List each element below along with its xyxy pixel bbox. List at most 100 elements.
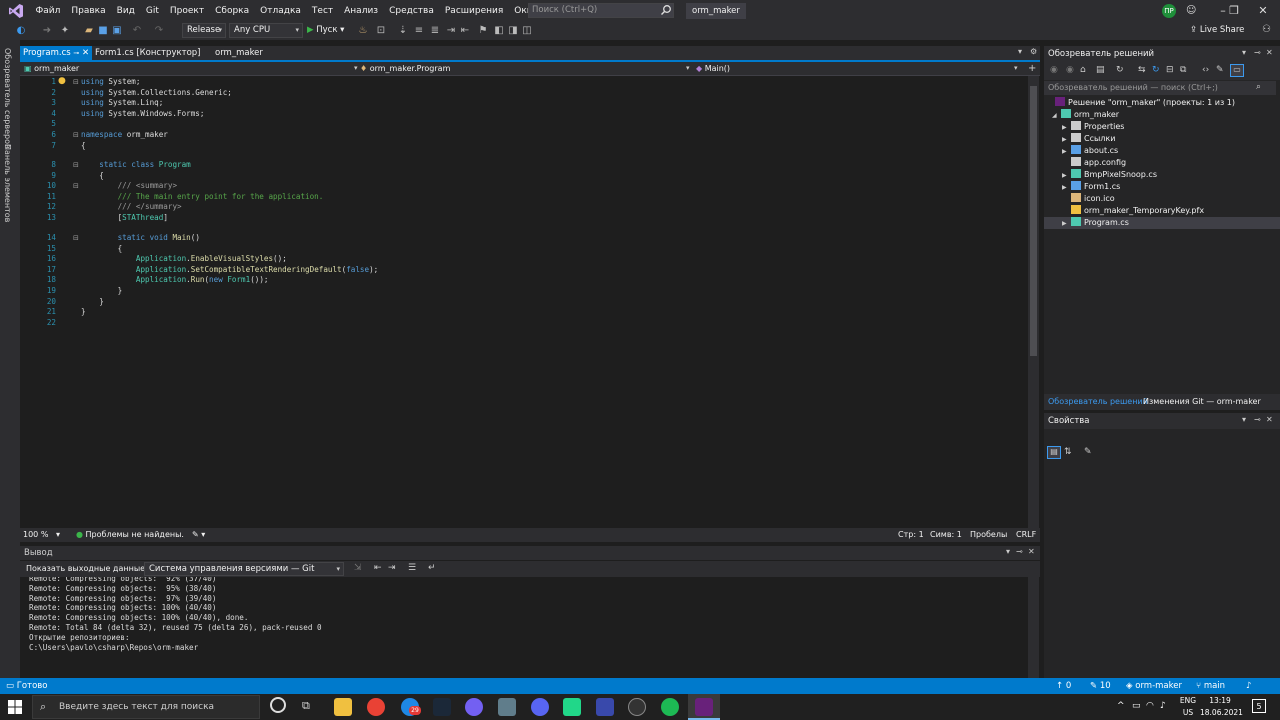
lightbulb-icon[interactable]: ●: [58, 76, 67, 86]
sol-show-all-icon[interactable]: ⧉: [1180, 65, 1186, 75]
fold-toggle-icon[interactable]: ⊟: [73, 234, 79, 243]
output-wrap-icon[interactable]: ↵: [428, 563, 436, 573]
code-text[interactable]: {: [81, 244, 123, 254]
fold-toggle-icon[interactable]: ⊟: [73, 131, 79, 140]
sol-back-icon[interactable]: ◉: [1050, 65, 1058, 75]
menu-item-1[interactable]: Правка: [66, 0, 111, 22]
menu-item-10[interactable]: Расширения: [439, 0, 508, 22]
step-icon[interactable]: ⇣: [396, 24, 410, 38]
solution-close-icon[interactable]: ✕: [1266, 48, 1273, 57]
tray-network-icon[interactable]: ▭: [1132, 701, 1141, 711]
save-all-icon[interactable]: ▣: [110, 24, 124, 38]
tree-item[interactable]: app.config: [1062, 157, 1126, 169]
save-icon[interactable]: ■: [96, 24, 110, 38]
code-line[interactable]: 2 using System.Collections.Generic;: [20, 88, 1020, 98]
uncomment-icon[interactable]: ≣: [428, 24, 442, 38]
zoom-select[interactable]: 100 % ▾: [23, 528, 60, 542]
settings-icon[interactable]: ⚙: [1030, 47, 1037, 56]
search-icon[interactable]: [660, 4, 672, 16]
code-line[interactable]: 1 using System;: [20, 77, 1020, 87]
tab-orm-maker[interactable]: orm_maker: [212, 46, 282, 60]
forward-nav-icon[interactable]: ➜: [40, 24, 54, 38]
output-clear-icon[interactable]: ☰: [408, 563, 416, 573]
code-text[interactable]: /// The main entry point for the applica…: [81, 192, 324, 202]
notifications-bell-icon[interactable]: ♪: [1246, 678, 1251, 694]
eol-indicator[interactable]: CRLF: [1016, 528, 1036, 542]
tree-item[interactable]: ▶ BmpPixelSnoop.cs: [1062, 169, 1157, 181]
tab-solution-explorer[interactable]: Обозреватель решений: [1048, 394, 1148, 410]
tab-form1-designer[interactable]: Form1.cs [Конструктор]: [92, 46, 204, 60]
fold-toggle-icon[interactable]: ⊟: [73, 78, 79, 87]
code-text[interactable]: using System.Linq;: [81, 98, 163, 108]
member-dropdown-arrow[interactable]: ▾: [1014, 62, 1018, 75]
task-view-icon[interactable]: ⧉: [302, 699, 310, 713]
tree-item[interactable]: icon.ico: [1062, 193, 1115, 205]
solution-search-input[interactable]: Обозреватель решений — поиск (Ctrl+;): [1044, 81, 1276, 95]
solution-pin-icon[interactable]: ⊸: [1254, 48, 1261, 57]
code-line[interactable]: 15 {: [20, 244, 1020, 254]
output-source-select[interactable]: Система управления версиями — Git ▾: [144, 562, 344, 576]
jetbrains-icon[interactable]: [563, 698, 581, 716]
code-line[interactable]: 21}: [20, 307, 1020, 317]
fold-toggle-icon[interactable]: ⊟: [73, 161, 79, 170]
menu-item-4[interactable]: Проект: [164, 0, 209, 22]
project-dropdown[interactable]: ▣ orm_maker: [24, 62, 354, 75]
code-line[interactable]: 16 Application.EnableVisualStyles();: [20, 254, 1020, 264]
platform-select[interactable]: Any CPU ▾: [229, 23, 303, 38]
code-line[interactable]: 8 static class Program: [20, 160, 1020, 170]
expand-arrow-icon[interactable]: ▶: [1062, 218, 1071, 230]
code-text[interactable]: static class Program: [81, 160, 190, 170]
tray-chevron-icon[interactable]: ^: [1117, 701, 1125, 711]
tree-item[interactable]: ▶ Program.cs: [1044, 217, 1280, 229]
bookmark-icon[interactable]: ⚑: [476, 24, 490, 38]
output-menu-icon[interactable]: ▾: [1006, 547, 1010, 556]
tree-item[interactable]: ▶ about.cs: [1062, 145, 1118, 157]
code-line[interactable]: 10 /// <summary>: [20, 181, 1020, 191]
split-editor-icon[interactable]: +: [1028, 62, 1036, 75]
tab-program-cs[interactable]: Program.cs ⊸ ✕: [20, 46, 92, 60]
categorized-icon[interactable]: ▤: [1047, 446, 1061, 459]
tab-close-icon[interactable]: ✕: [82, 48, 89, 58]
expand-arrow-icon[interactable]: ◢: [1052, 110, 1061, 122]
editor-scroll-thumb[interactable]: [1030, 86, 1037, 356]
code-line[interactable]: 7{: [20, 141, 1020, 151]
menu-item-6[interactable]: Отладка: [255, 0, 307, 22]
menu-item-8[interactable]: Анализ: [339, 0, 384, 22]
sol-collapse-icon[interactable]: ⊟: [1166, 65, 1174, 75]
code-line[interactable]: 18 Application.Run(new Form1());: [20, 275, 1020, 285]
status-repo[interactable]: ◈ orm-maker: [1126, 678, 1182, 694]
line-indicator[interactable]: Стр: 1: [898, 528, 924, 542]
sol-sync-icon[interactable]: ⇆: [1138, 65, 1146, 75]
sol-properties-icon[interactable]: ✎: [1216, 65, 1224, 75]
code-line[interactable]: 19 }: [20, 286, 1020, 296]
language-indicator[interactable]: ENG US: [1176, 694, 1200, 720]
tree-item[interactable]: ▶ Form1.cs: [1062, 181, 1120, 193]
code-text[interactable]: Application.EnableVisualStyles();: [81, 254, 287, 264]
feedback-person-icon[interactable]: ⚇: [1262, 24, 1271, 35]
windows-start-icon[interactable]: [6, 698, 24, 716]
start-button[interactable]: ▶ Пуск ▾: [307, 23, 344, 38]
back-nav-icon[interactable]: ◐: [14, 24, 28, 38]
live-share-button[interactable]: ⇪ Live Share: [1190, 23, 1244, 38]
tree-solution[interactable]: Решение "orm_maker" (проекты: 1 из 1): [1046, 97, 1235, 109]
toolbox-tab[interactable]: Панель элементов: [3, 144, 12, 222]
class-dropdown-arrow[interactable]: ▾: [686, 62, 690, 75]
code-line[interactable]: 20 }: [20, 297, 1020, 307]
indent-icon[interactable]: ⇥: [444, 24, 458, 38]
output-next-icon[interactable]: ⇥: [388, 563, 396, 573]
github-icon[interactable]: [628, 698, 646, 716]
menu-item-9[interactable]: Средства: [384, 0, 440, 22]
tree-project[interactable]: ◢ orm_maker: [1052, 109, 1119, 121]
code-text[interactable]: }: [81, 286, 123, 296]
solution-search-icon[interactable]: ⌕: [1256, 82, 1261, 92]
code-text[interactable]: /// <summary>: [81, 181, 177, 191]
tray-wifi-icon[interactable]: ◠: [1146, 701, 1154, 711]
column-indicator[interactable]: Симв: 1: [930, 528, 962, 542]
menu-item-7[interactable]: Тест: [306, 0, 338, 22]
spotify-icon[interactable]: [661, 698, 679, 716]
output-text[interactable]: Remote: Compressing objects: 92% (37/40)…: [20, 577, 1028, 678]
properties-menu-icon[interactable]: ▾: [1242, 415, 1246, 424]
code-line[interactable]: 4 using System.Windows.Forms;: [20, 109, 1020, 119]
file-explorer-icon[interactable]: [334, 698, 352, 716]
output-find-icon[interactable]: ⇲: [354, 563, 362, 573]
